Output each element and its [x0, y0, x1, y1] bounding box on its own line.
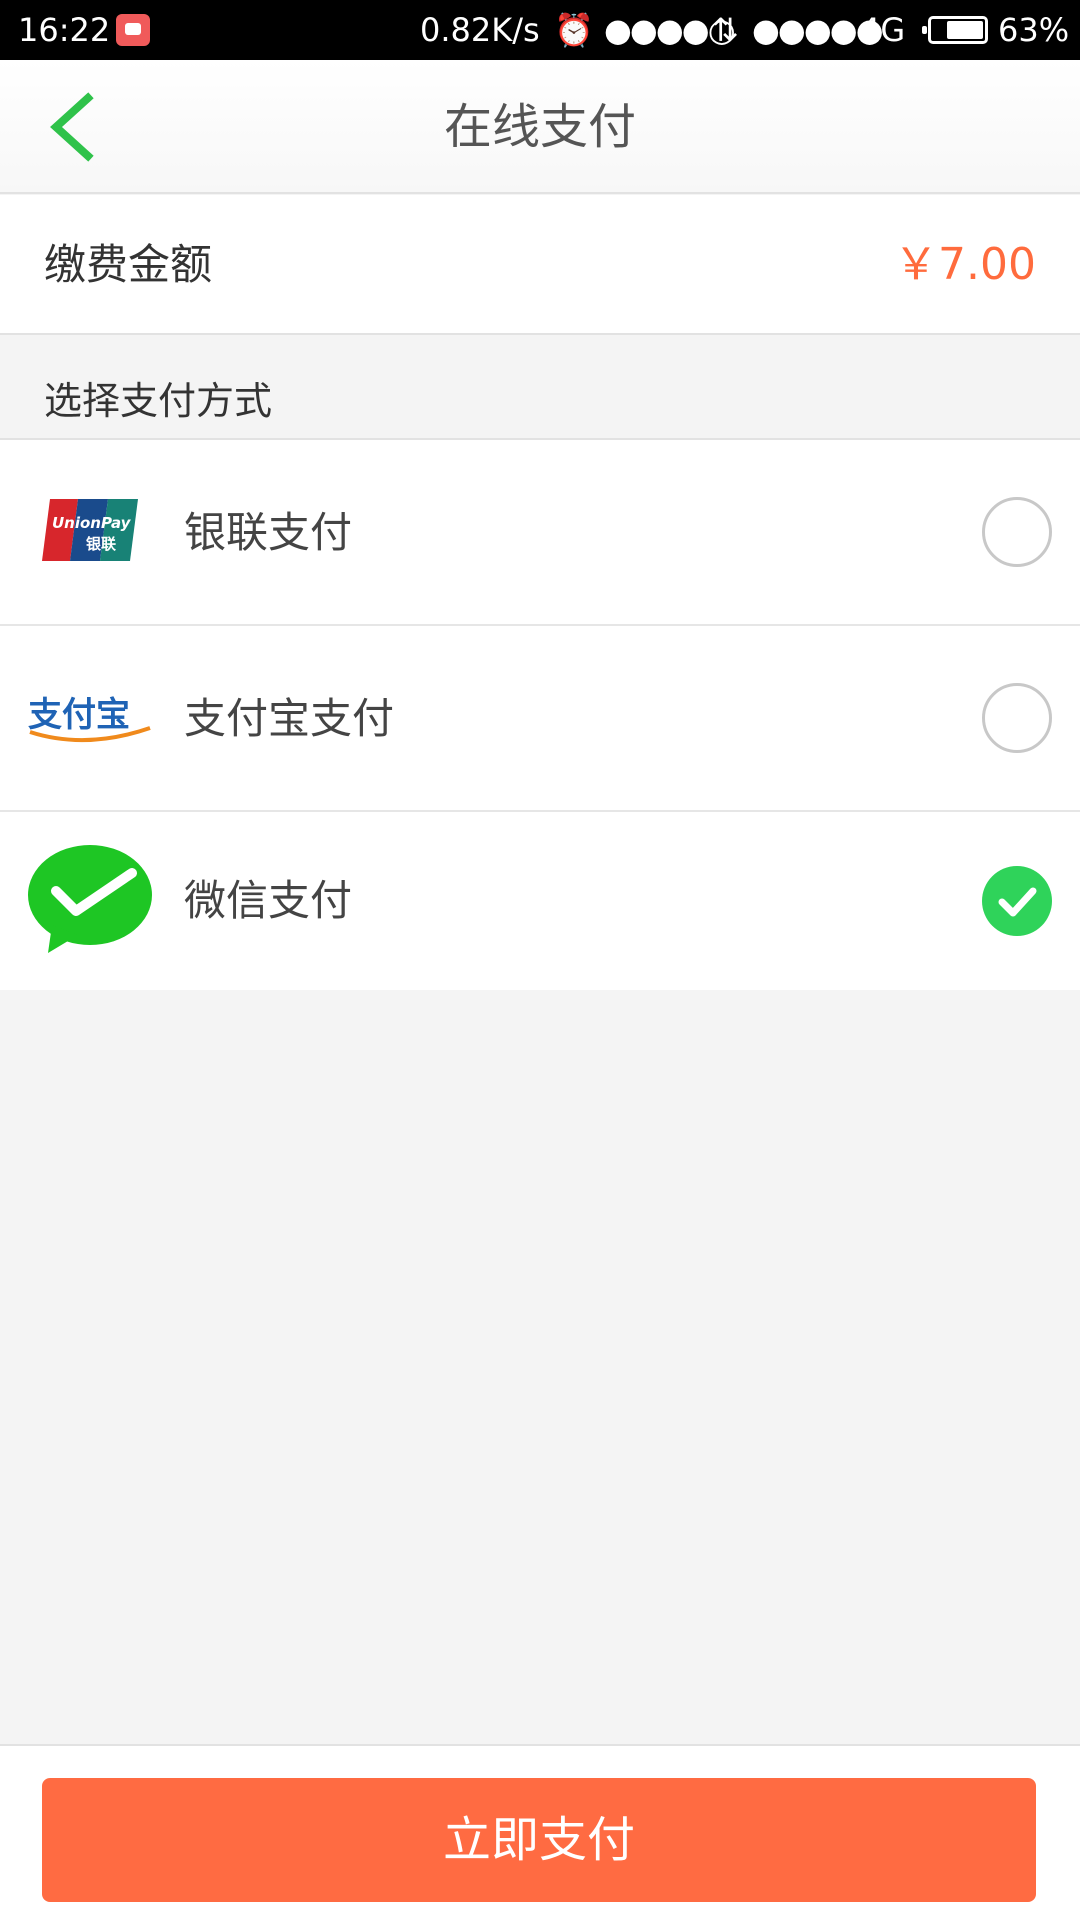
radio-alipay[interactable]	[982, 683, 1052, 753]
pay-now-button[interactable]: 立即支付	[42, 1778, 1036, 1902]
payment-method-alipay[interactable]: 支付宝 支付宝支付	[0, 626, 1080, 812]
amount-row: 缴费金额 ￥7.00	[0, 195, 1080, 335]
svg-text:UnionPay: UnionPay	[52, 514, 132, 532]
alipay-logo-icon: 支付宝	[26, 688, 154, 748]
alarm-icon: ⏰	[554, 11, 594, 49]
chevron-left-icon	[50, 92, 94, 162]
status-bar: 16:22 0.82K/s ⏰ ●●●●○ ⇅ ●●●●● 4G 63%	[0, 0, 1080, 60]
svg-text:银联: 银联	[86, 535, 117, 553]
method-label-unionpay: 银联支付	[184, 508, 353, 557]
status-net-speed: 0.82K/s	[420, 11, 540, 49]
method-label-wechat: 微信支付	[184, 876, 353, 925]
battery-percent: 63%	[998, 11, 1070, 49]
payment-method-list: UnionPay 银联 银联支付 支付宝 支付宝支付 微信支付	[0, 438, 1080, 990]
payment-method-unionpay[interactable]: UnionPay 银联 银联支付	[0, 440, 1080, 626]
network-type: 4G	[860, 11, 906, 49]
page-title: 在线支付	[443, 99, 636, 155]
radio-unionpay[interactable]	[982, 497, 1052, 567]
data-transfer-icon: ⇅	[712, 11, 739, 49]
wechat-pay-logo-icon	[26, 843, 154, 959]
amount-value: ￥7.00	[894, 239, 1036, 290]
method-label-alipay: 支付宝支付	[184, 694, 395, 743]
unionpay-logo-icon: UnionPay 银联	[42, 497, 140, 567]
svg-text:支付宝: 支付宝	[28, 695, 130, 735]
radio-wechat-checked[interactable]	[982, 866, 1052, 936]
payment-method-wechat[interactable]: 微信支付	[0, 812, 1080, 990]
section-title: 选择支付方式	[44, 379, 273, 423]
footer: 立即支付	[0, 1744, 1080, 1920]
back-button[interactable]	[40, 90, 110, 164]
status-time: 16:22	[18, 11, 111, 49]
notification-icon	[116, 14, 150, 46]
battery-icon	[922, 16, 988, 44]
amount-label: 缴费金额	[44, 240, 213, 289]
nav-bar: 在线支付	[0, 60, 1080, 194]
checkmark-icon	[998, 887, 1037, 917]
